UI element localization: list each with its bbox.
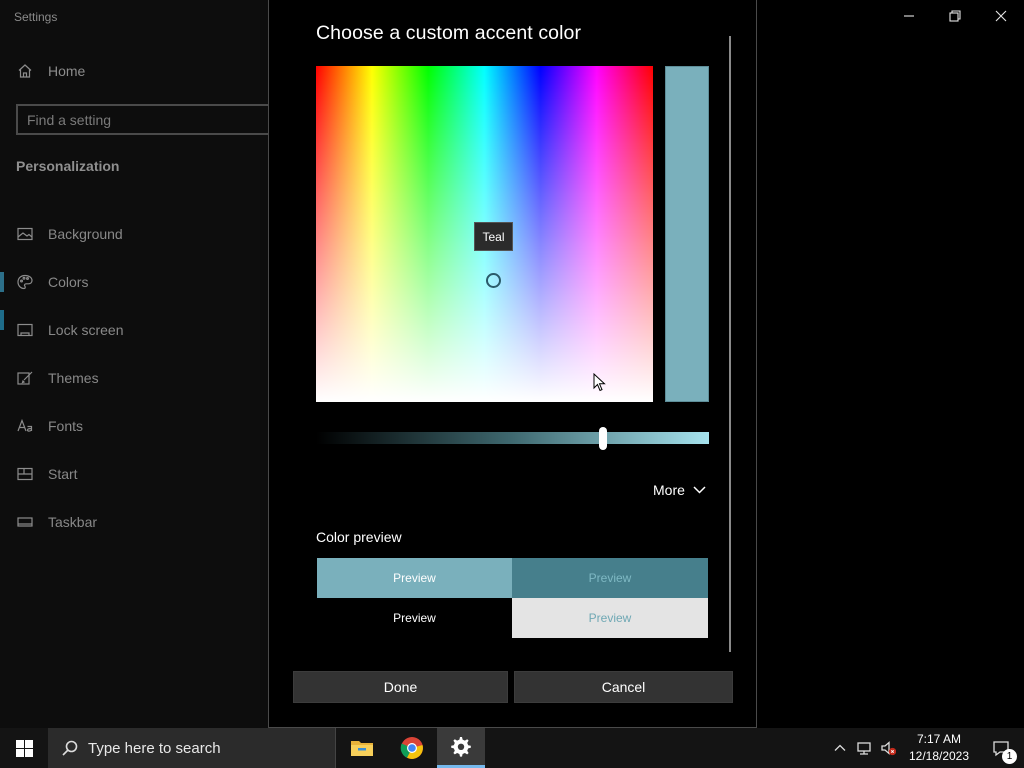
minimize-icon (904, 15, 914, 17)
lock-screen-icon (16, 321, 34, 339)
network-button[interactable] (852, 728, 876, 768)
nav-home-label: Home (48, 63, 86, 79)
nav-item-themes[interactable]: Themes (0, 354, 268, 402)
done-button[interactable]: Done (293, 671, 508, 703)
preview-accent-light: Preview (317, 558, 512, 598)
find-setting-input[interactable] (18, 106, 268, 133)
nav-item-lock-screen[interactable]: Lock screen (0, 306, 268, 354)
color-preview-grid: Preview Preview Preview Preview (317, 558, 708, 638)
more-button[interactable]: More (653, 482, 706, 498)
nav-item-fonts[interactable]: Fonts (0, 402, 268, 450)
home-icon (16, 62, 34, 80)
section-title: Personalization (16, 158, 120, 174)
chevron-down-icon (693, 486, 706, 494)
image-icon (16, 225, 34, 243)
search-icon (62, 740, 78, 756)
minimize-button[interactable] (886, 0, 932, 32)
restore-icon (949, 10, 961, 22)
close-icon (995, 10, 1007, 22)
preview-on-dark: Preview (317, 598, 512, 638)
start-icon (16, 465, 34, 483)
font-icon (16, 417, 34, 435)
dialog-title: Choose a custom accent color (316, 22, 582, 44)
dialog-scrollbar[interactable] (729, 36, 731, 652)
brightness-slider-thumb[interactable] (599, 427, 607, 450)
notification-count-badge: 1 (1002, 749, 1017, 764)
clock-time: 7:17 AM (916, 732, 962, 746)
start-button[interactable] (0, 728, 48, 768)
find-setting-box[interactable] (16, 104, 268, 135)
more-label: More (653, 482, 685, 498)
file-explorer-button[interactable] (338, 728, 386, 768)
clock[interactable]: 7:17 AM 12/18/2023 (900, 731, 978, 765)
nav-item-colors[interactable]: Colors (0, 258, 268, 330)
action-center-button[interactable]: 1 (978, 728, 1024, 768)
nav-item-start[interactable]: Start (0, 450, 268, 498)
window-title: Settings (14, 10, 58, 24)
show-hidden-icons-button[interactable] (828, 728, 852, 768)
clock-date: 12/18/2023 (908, 749, 970, 763)
selection-indicator (0, 272, 4, 292)
nav-item-label: Themes (48, 370, 99, 386)
close-button[interactable] (978, 0, 1024, 32)
taskbar-icon (16, 513, 34, 531)
color-name-tooltip: Teal (474, 222, 513, 251)
cancel-button[interactable]: Cancel (514, 671, 733, 703)
custom-accent-color-dialog: Choose a custom accent color Teal More C… (268, 0, 757, 728)
nav-item-taskbar[interactable]: Taskbar (0, 498, 268, 546)
chrome-button[interactable] (388, 728, 436, 768)
nav-item-label: Colors (48, 274, 89, 290)
nav-item-label: Fonts (48, 418, 84, 434)
preview-on-light: Preview (512, 598, 708, 638)
nav-item-label: Background (48, 226, 123, 242)
nav-home[interactable]: Home (16, 62, 85, 80)
chrome-icon (400, 737, 423, 759)
volume-muted-icon (881, 741, 896, 756)
color-spectrum[interactable]: Teal (316, 66, 653, 402)
windows-logo-icon (15, 739, 33, 757)
network-icon (857, 742, 871, 755)
taskbar-search-box[interactable]: Type here to search (48, 728, 336, 768)
volume-button[interactable] (876, 728, 900, 768)
color-picker-handle[interactable] (486, 273, 501, 288)
taskbar-search-placeholder: Type here to search (88, 739, 221, 757)
file-explorer-icon (351, 741, 373, 756)
preview-accent-dark: Preview (512, 558, 708, 598)
taskbar: Type here to search 7:17 AM 12/18/2023 1 (0, 728, 1024, 768)
window-caption-buttons (886, 0, 1024, 32)
settings-app-button[interactable] (437, 728, 485, 768)
restore-button[interactable] (932, 0, 978, 32)
nav-item-label: Taskbar (48, 514, 98, 530)
brush-icon (16, 369, 34, 387)
nav-list: Background Colors Lock screen Themes Fon… (0, 210, 268, 546)
selected-color-swatch (665, 66, 709, 402)
color-preview-label: Color preview (316, 529, 402, 545)
settings-gear-icon (451, 736, 471, 757)
nav-item-label: Start (48, 466, 78, 482)
brightness-slider-track[interactable] (316, 432, 709, 444)
nav-item-background[interactable]: Background (0, 210, 268, 258)
system-tray: 7:17 AM 12/18/2023 1 (828, 728, 1024, 768)
mouse-cursor-icon (593, 373, 606, 392)
palette-icon (16, 273, 34, 291)
nav-item-label: Lock screen (48, 322, 124, 338)
chevron-up-icon (834, 744, 846, 751)
settings-sidebar: Settings Home Personalization Background (0, 0, 268, 728)
